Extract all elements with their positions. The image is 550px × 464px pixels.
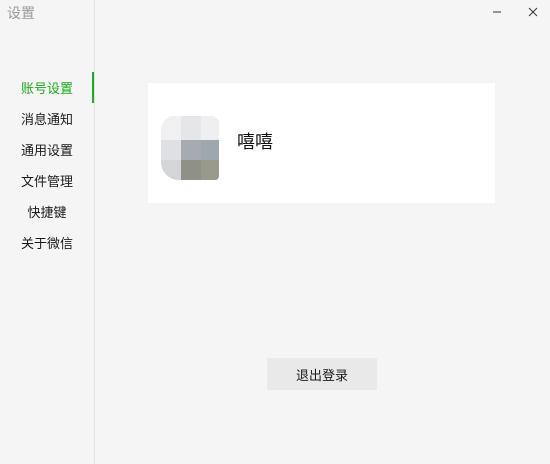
logout-button[interactable]: 退出登录	[267, 358, 377, 390]
sidebar-item-message-notifications[interactable]: 消息通知	[0, 103, 94, 134]
avatar[interactable]	[161, 116, 219, 180]
settings-sidebar: 账号设置 消息通知 通用设置 文件管理 快捷键 关于微信	[0, 0, 95, 464]
minimize-icon	[493, 11, 501, 13]
nickname: 嘻嘻	[237, 132, 273, 153]
profile-card: 嘻嘻	[148, 83, 495, 203]
sidebar-item-general-settings[interactable]: 通用设置	[0, 134, 94, 165]
sidebar-item-label: 通用设置	[20, 144, 73, 159]
sidebar-item-label: 关于微信	[20, 237, 73, 252]
minimize-button[interactable]	[482, 0, 512, 24]
active-indicator	[92, 72, 94, 103]
sidebar-item-about-wechat[interactable]: 关于微信	[0, 227, 94, 258]
sidebar-item-label: 账号设置	[20, 82, 73, 97]
sidebar-item-label: 文件管理	[20, 175, 73, 190]
sidebar-item-label: 快捷键	[27, 206, 67, 221]
sidebar-item-label: 消息通知	[20, 113, 73, 128]
sidebar-item-file-management[interactable]: 文件管理	[0, 165, 94, 196]
close-icon	[528, 7, 538, 17]
sidebar-item-shortcuts[interactable]: 快捷键	[0, 196, 94, 227]
close-button[interactable]	[518, 0, 548, 24]
sidebar-item-account-settings[interactable]: 账号设置	[0, 72, 94, 103]
